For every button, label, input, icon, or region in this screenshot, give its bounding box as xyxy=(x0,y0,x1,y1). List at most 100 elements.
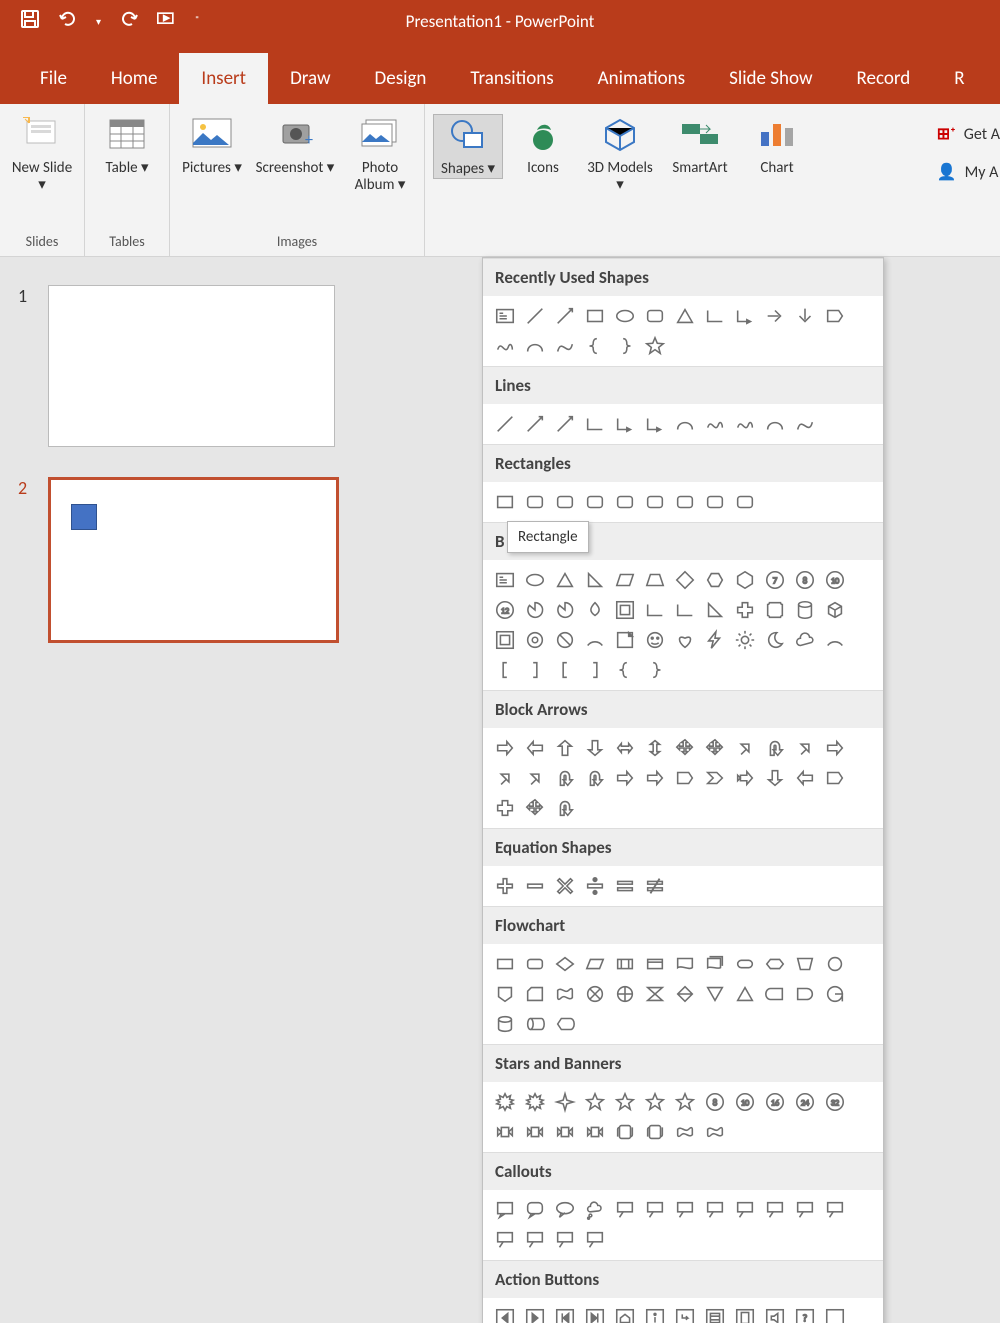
photo-album-button[interactable]: Photo Album ▾ xyxy=(344,114,416,195)
shape-bArrR[interactable] xyxy=(641,764,669,792)
tab-file[interactable]: File xyxy=(18,53,89,104)
undo-dropdown-icon[interactable]: ▾ xyxy=(96,15,101,28)
shape-actEnd[interactable] xyxy=(581,1304,609,1323)
shape-lineA[interactable] xyxy=(551,410,579,438)
shape-arrowR[interactable] xyxy=(761,302,789,330)
shape-rrect[interactable] xyxy=(521,488,549,516)
shape-brackR[interactable] xyxy=(521,656,549,684)
shape-scrib[interactable] xyxy=(491,332,519,360)
shape-n10[interactable]: 10 xyxy=(821,566,849,594)
shape-star5[interactable] xyxy=(641,1088,669,1116)
shape-scroll[interactable] xyxy=(611,1118,639,1146)
shape-pie[interactable] xyxy=(551,596,579,624)
get-addins-button[interactable]: ⊞⁺Get A xyxy=(937,124,1000,144)
shape-flDoc[interactable] xyxy=(671,950,699,978)
shape-ribbon[interactable] xyxy=(551,1118,579,1146)
icons-button[interactable]: Icons xyxy=(509,114,577,177)
shape-moon[interactable] xyxy=(761,626,789,654)
shape-flMul[interactable] xyxy=(701,950,729,978)
shape-plaque[interactable] xyxy=(761,596,789,624)
shape-free[interactable] xyxy=(551,332,579,360)
shape-n7[interactable]: 7 xyxy=(761,566,789,594)
shape-eqEq[interactable] xyxy=(611,872,639,900)
shape-flTerm[interactable] xyxy=(731,950,759,978)
shape-braceL[interactable] xyxy=(581,332,609,360)
shape-flProc[interactable] xyxy=(491,950,519,978)
shape-flMerge[interactable] xyxy=(731,980,759,1008)
shape-lineA[interactable] xyxy=(551,302,579,330)
shape-flOff[interactable] xyxy=(491,980,519,1008)
shape-textbox[interactable] xyxy=(491,566,519,594)
shape-sun[interactable] xyxy=(731,626,759,654)
shape-cross[interactable] xyxy=(731,596,759,624)
shape-actMov[interactable] xyxy=(701,1304,729,1323)
shape-braceR[interactable] xyxy=(641,656,669,684)
slide-thumbnail-1[interactable] xyxy=(48,285,335,447)
shape-rect[interactable] xyxy=(491,488,519,516)
shape-bent[interactable] xyxy=(791,734,819,762)
shape-rrect[interactable] xyxy=(611,488,639,516)
shape-conn1[interactable] xyxy=(641,596,669,624)
shape-callline[interactable] xyxy=(761,1196,789,1224)
shape-actBack[interactable] xyxy=(491,1304,519,1323)
shape-flStor[interactable] xyxy=(761,980,789,1008)
shape-bArrR[interactable] xyxy=(611,764,639,792)
shape-callrnd[interactable] xyxy=(521,1196,549,1224)
shape-arc[interactable] xyxy=(821,626,849,654)
shape-actBlank[interactable] xyxy=(821,1304,849,1323)
shape-conn1[interactable] xyxy=(701,302,729,330)
shape-line[interactable] xyxy=(491,410,519,438)
table-button[interactable]: Table ▾ xyxy=(93,114,161,177)
shape-n10[interactable]: 10 xyxy=(731,1088,759,1116)
shape-flDisk[interactable] xyxy=(521,1010,549,1038)
shape-free[interactable] xyxy=(791,410,819,438)
tab-draw[interactable]: Draw xyxy=(268,53,352,104)
tab-slideshow[interactable]: Slide Show xyxy=(707,53,834,104)
shape-bolt[interactable] xyxy=(701,626,729,654)
shape-conn1[interactable] xyxy=(671,596,699,624)
shape-oval[interactable] xyxy=(611,302,639,330)
shape-bArrD[interactable] xyxy=(581,734,609,762)
shape-actBeg[interactable] xyxy=(551,1304,579,1323)
shape-braceL[interactable] xyxy=(611,656,639,684)
chart-button[interactable]: Chart xyxy=(743,114,811,177)
shape-bArrU[interactable] xyxy=(551,734,579,762)
shape-noentry[interactable] xyxy=(551,626,579,654)
shape-conn2[interactable] xyxy=(611,410,639,438)
shape-brackR[interactable] xyxy=(581,656,609,684)
shape-actDoc[interactable] xyxy=(731,1304,759,1323)
shape-flConn[interactable] xyxy=(821,950,849,978)
shape-conn2[interactable] xyxy=(641,410,669,438)
shape-lineA[interactable] xyxy=(521,410,549,438)
shape-rrect[interactable] xyxy=(731,488,759,516)
shape-callline[interactable] xyxy=(611,1196,639,1224)
shape-curve[interactable] xyxy=(761,410,789,438)
shape-rrect[interactable] xyxy=(701,488,729,516)
shape-star4[interactable] xyxy=(551,1088,579,1116)
shape-callline[interactable] xyxy=(521,1226,549,1254)
shape-fold[interactable] xyxy=(611,626,639,654)
shape-callcld[interactable] xyxy=(581,1196,609,1224)
shape-quad[interactable] xyxy=(701,734,729,762)
shape-star5[interactable] xyxy=(611,1088,639,1116)
shape-wave[interactable] xyxy=(701,1118,729,1146)
tab-home[interactable]: Home xyxy=(89,53,180,104)
new-slide-button[interactable]: New Slide ▾ xyxy=(8,114,76,195)
screenshot-button[interactable]: + Screenshot ▾ xyxy=(252,114,338,177)
shape-trap[interactable] xyxy=(641,566,669,594)
shape-rrect[interactable] xyxy=(551,488,579,516)
shape-callline[interactable] xyxy=(641,1196,669,1224)
tab-design[interactable]: Design xyxy=(353,53,449,104)
shape-callline[interactable] xyxy=(791,1196,819,1224)
shape-flAlt[interactable] xyxy=(521,950,549,978)
tab-animations[interactable]: Animations xyxy=(576,53,707,104)
shape-ribbon[interactable] xyxy=(521,1118,549,1146)
shape-flInt[interactable] xyxy=(641,950,669,978)
shape-n8[interactable]: 8 xyxy=(791,566,819,594)
shape-flData[interactable] xyxy=(581,950,609,978)
tab-review[interactable]: R xyxy=(932,53,986,104)
shape-actFwd[interactable] xyxy=(521,1304,549,1323)
shape-curve[interactable] xyxy=(671,410,699,438)
shape-bent[interactable] xyxy=(731,734,759,762)
tab-insert[interactable]: Insert xyxy=(179,53,268,104)
